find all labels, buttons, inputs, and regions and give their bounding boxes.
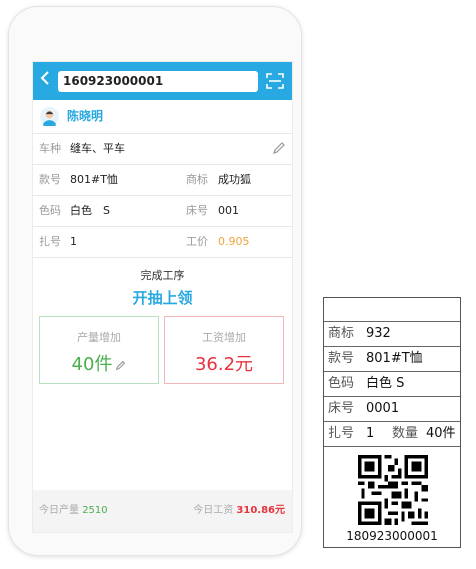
label-qty-value: 40件	[426, 426, 456, 441]
wage-increase-box: 工资增加 36.2元	[164, 316, 284, 384]
label-bundle-value: 1	[366, 426, 375, 441]
label-style-value: 801#T恤	[366, 351, 423, 366]
vehicle-label: 车种	[39, 142, 61, 155]
label-bed-row: 床号 0001	[324, 397, 460, 422]
output-box-value: 40件	[71, 354, 113, 375]
label-qty-key: 数量	[392, 426, 419, 441]
vehicle-row: 车种 缝车、平车	[33, 134, 292, 165]
label-bundle-key: 扎号	[328, 426, 355, 441]
label-bed-value: 0001	[366, 401, 400, 416]
label-bundle-row: 扎号 1 数量 40件	[324, 422, 460, 447]
price-label: 工价	[186, 235, 208, 248]
user-name: 陈晓明	[67, 109, 104, 123]
wage-box-value: 36.2元	[194, 354, 254, 375]
label-blank-row	[324, 298, 460, 322]
vehicle-value: 缝车、平车	[70, 142, 125, 155]
chevron-left-icon	[40, 71, 49, 85]
today-output-value: 2510	[82, 505, 108, 516]
scan-icon[interactable]	[266, 73, 284, 89]
brand-value: 成功狐	[218, 173, 251, 186]
bundle-label-card: 商标 932 款号 801#T恤 色码 白色 S 床号 0001 扎号 1 数量…	[323, 297, 461, 548]
color-value: 白色 S	[70, 204, 110, 217]
today-wage: 今日工资 310.86元	[193, 490, 285, 532]
color-bed-row: 色码 白色 S 床号 001	[33, 196, 292, 227]
style-brand-row: 款号 801#T恤 商标 成功狐	[33, 165, 292, 196]
style-value: 801#T恤	[70, 173, 118, 186]
top-bar: 160923000001	[33, 62, 292, 100]
output-box-value-wrap: 40件	[40, 350, 158, 376]
output-increase-box: 产量增加 40件	[39, 316, 159, 384]
bed-value: 001	[218, 204, 239, 217]
pencil-icon[interactable]	[272, 141, 286, 155]
brand-label: 商标	[186, 173, 208, 186]
label-color-key: 色码	[328, 376, 355, 391]
today-output: 今日产量 2510	[39, 490, 108, 532]
label-color-value: 白色 S	[366, 376, 405, 391]
footer-bar: 今日产量 2510 今日工资 310.86元	[33, 490, 292, 532]
output-box-title: 产量增加	[77, 331, 121, 344]
bed-label: 床号	[186, 204, 208, 217]
label-brand-row: 商标 932	[324, 322, 460, 347]
qr-code-number: 180923000001	[346, 529, 438, 543]
bundle-price-row: 扎号 1 工价 0.905	[33, 227, 292, 258]
label-style-key: 款号	[328, 351, 355, 366]
label-brand-key: 商标	[328, 326, 355, 341]
process-title: 完成工序	[140, 269, 185, 282]
app-screen: 160923000001 陈晓明 车种 缝车、平车 款号 801#T恤 商标 成…	[32, 61, 293, 533]
style-label: 款号	[39, 173, 61, 186]
label-color-row: 色码 白色 S	[324, 372, 460, 397]
label-bed-key: 床号	[328, 401, 355, 416]
wage-box-title: 工资增加	[202, 331, 246, 344]
qr-code-icon	[358, 455, 428, 525]
color-label: 色码	[39, 204, 61, 217]
price-value: 0.905	[218, 235, 250, 248]
edit-output-icon[interactable]	[115, 360, 126, 371]
today-output-label: 今日产量	[39, 505, 79, 516]
avatar-icon	[40, 107, 59, 126]
process-name: 开抽上领	[132, 289, 193, 307]
today-wage-value: 310.86元	[236, 505, 285, 516]
bundle-value: 1	[70, 235, 77, 248]
search-input[interactable]: 160923000001	[58, 71, 258, 92]
label-style-row: 款号 801#T恤	[324, 347, 460, 372]
label-brand-value: 932	[366, 326, 391, 341]
phone-frame: 160923000001 陈晓明 车种 缝车、平车 款号 801#T恤 商标 成…	[8, 6, 302, 556]
user-row: 陈晓明	[33, 100, 292, 134]
today-wage-label: 今日工资	[193, 505, 234, 516]
back-arrow-icon[interactable]	[37, 68, 53, 94]
bundle-label: 扎号	[39, 235, 61, 248]
